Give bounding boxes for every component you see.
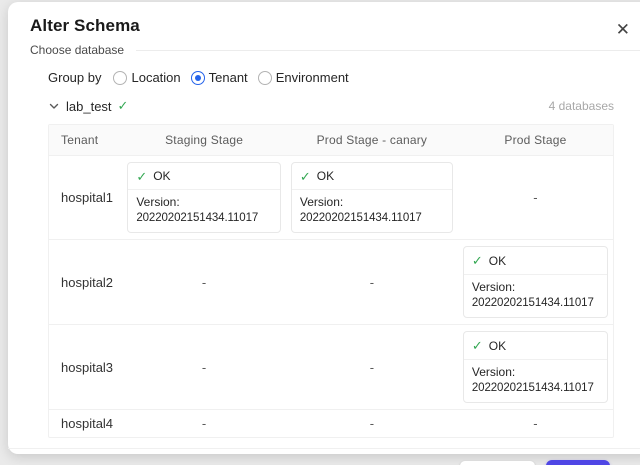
tenant-cell: hospital1 <box>49 155 122 240</box>
status-card[interactable]: ✓ OK Version: 20220202151434.11017 <box>463 331 608 403</box>
version-value: 20220202151434.11017 <box>472 381 599 396</box>
table-row: hospital2 - - ✓ OK Version: 202202021514… <box>49 240 613 325</box>
databases-table: Tenant Staging Stage Prod Stage - canary… <box>48 124 614 438</box>
radio-label: Tenant <box>209 70 248 85</box>
version-label: Version: <box>300 195 444 211</box>
status-card[interactable]: ✓ OK Version: 20220202151434.11017 <box>291 162 453 234</box>
table-row: hospital1 ✓ OK Version: 20220202151434.1… <box>49 155 613 240</box>
group-by-radio-group: Group by Location Tenant Environment <box>48 70 640 85</box>
check-icon: ✓ <box>136 169 147 186</box>
version-label: Version: <box>136 195 272 211</box>
empty-cell: - <box>286 325 458 410</box>
radio-selected-icon <box>191 71 205 85</box>
table-row: hospital3 - - ✓ OK Version: 202202021514… <box>49 325 613 410</box>
alter-schema-modal: Alter Schema ✕ Choose database Group by … <box>8 2 640 454</box>
tenant-cell: hospital4 <box>49 410 122 438</box>
radio-environment[interactable]: Environment <box>258 70 349 85</box>
group-name: lab_test <box>66 99 112 114</box>
chevron-down-icon <box>48 100 60 112</box>
empty-cell: - <box>122 240 286 325</box>
empty-cell: - <box>286 240 458 325</box>
version-value: 20220202151434.11017 <box>136 211 272 226</box>
status-card[interactable]: ✓ OK Version: 20220202151434.11017 <box>463 246 608 318</box>
radio-tenant[interactable]: Tenant <box>191 70 248 85</box>
divider-line <box>136 50 640 51</box>
status-label: OK <box>489 254 506 270</box>
modal-footer: Cancel Next <box>8 449 640 465</box>
status-label: OK <box>317 169 334 185</box>
column-header-prod: Prod Stage <box>458 125 613 155</box>
version-value: 20220202151434.11017 <box>300 211 444 226</box>
modal-header: Alter Schema ✕ <box>8 16 640 36</box>
group-by-label: Group by <box>48 70 101 85</box>
page-title: Alter Schema <box>30 16 630 36</box>
status-label: OK <box>489 339 506 355</box>
empty-cell: - <box>122 410 286 438</box>
column-header-staging: Staging Stage <box>122 125 286 155</box>
table-header-row: Tenant Staging Stage Prod Stage - canary… <box>49 125 613 155</box>
radio-label: Environment <box>276 70 349 85</box>
database-group-row: lab_test ✓ 4 databases <box>48 98 614 114</box>
radio-unselected-icon <box>113 71 127 85</box>
next-button[interactable]: Next <box>546 460 610 465</box>
subtitle-divider: Choose database <box>30 43 640 57</box>
version-label: Version: <box>472 280 599 296</box>
group-toggle-lab-test[interactable]: lab_test ✓ <box>48 98 128 114</box>
close-icon[interactable]: ✕ <box>612 17 634 42</box>
radio-unselected-icon <box>258 71 272 85</box>
radio-label: Location <box>131 70 180 85</box>
modal-subtitle: Choose database <box>30 43 124 57</box>
empty-cell: - <box>286 410 458 438</box>
check-icon: ✓ <box>472 253 483 270</box>
version-label: Version: <box>472 365 599 381</box>
status-label: OK <box>153 169 170 185</box>
cancel-button[interactable]: Cancel <box>459 460 535 465</box>
tenant-cell: hospital3 <box>49 325 122 410</box>
radio-location[interactable]: Location <box>113 70 180 85</box>
empty-cell: - <box>458 155 613 240</box>
table-row: hospital4 - - - <box>49 410 613 438</box>
status-card[interactable]: ✓ OK Version: 20220202151434.11017 <box>127 162 281 234</box>
empty-cell: - <box>458 410 613 438</box>
version-value: 20220202151434.11017 <box>472 296 599 311</box>
column-header-tenant: Tenant <box>49 125 122 155</box>
database-count: 4 databases <box>549 99 614 113</box>
tenant-cell: hospital2 <box>49 240 122 325</box>
check-icon: ✓ <box>300 169 311 186</box>
column-header-canary: Prod Stage - canary <box>286 125 458 155</box>
check-icon: ✓ <box>118 98 129 114</box>
check-icon: ✓ <box>472 338 483 355</box>
empty-cell: - <box>122 325 286 410</box>
